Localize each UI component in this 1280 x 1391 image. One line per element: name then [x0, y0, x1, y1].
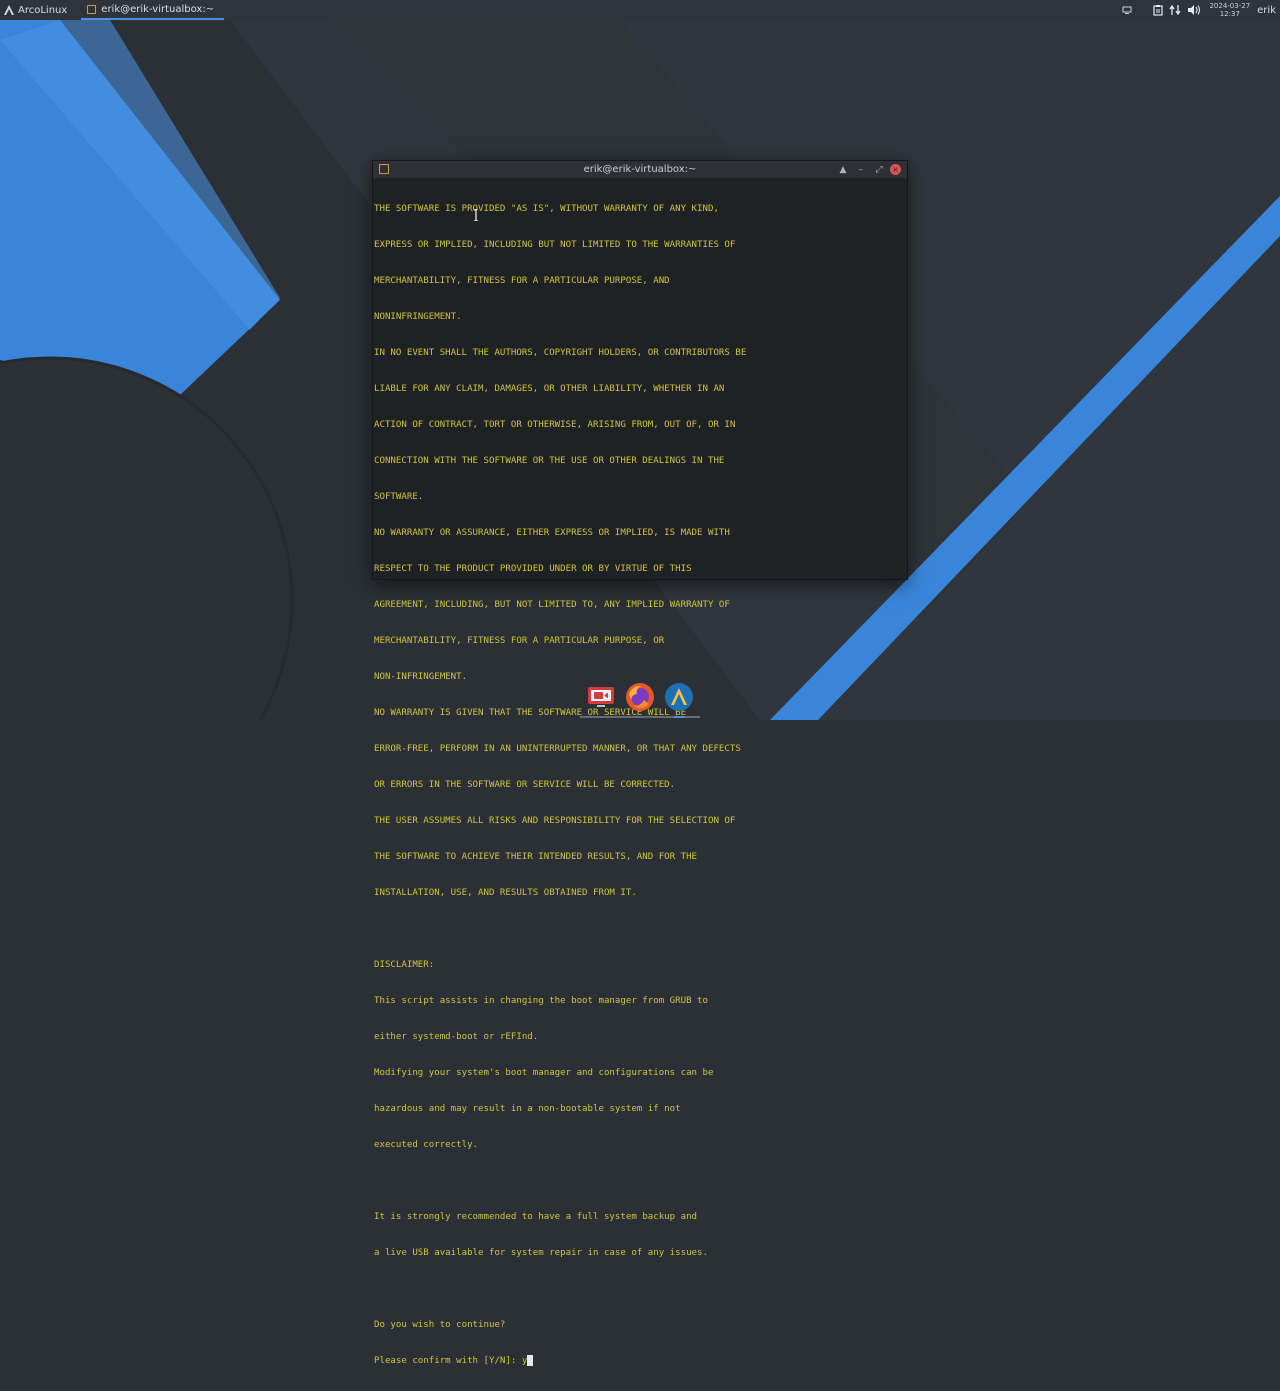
top-panel: ArcoLinux erik@erik-virtualbox:~ 2024-03… [0, 0, 1280, 20]
terminal-line: Modifying your system's boot manager and… [374, 1068, 714, 1078]
terminal-window[interactable]: erik@erik-virtualbox:~ ▲ – ⤢ × THE SOFTW… [372, 160, 908, 1366]
terminal-line: hazardous and may result in a non-bootab… [374, 1104, 681, 1114]
maximize-button[interactable]: ⤢ [872, 163, 886, 176]
terminal-line: It is strongly recommended to have a ful… [374, 1212, 698, 1222]
panel-clock[interactable]: 2024-03-27 12:37 [1209, 2, 1250, 18]
terminal-line: CONNECTION WITH THE SOFTWARE OR THE USE … [374, 456, 725, 466]
text-cursor [527, 1355, 534, 1366]
dock [582, 679, 698, 715]
system-tray: 2024-03-27 12:37 erik [1119, 0, 1280, 20]
dock-active-indicator [674, 716, 684, 718]
terminal-line: EXPRESS OR IMPLIED, INCLUDING BUT NOT LI… [374, 240, 736, 250]
screen-recorder-icon [588, 687, 615, 707]
window-controls: ▲ – ⤢ × [832, 163, 901, 176]
terminal-line: INSTALLATION, USE, AND RESULTS OBTAINED … [374, 888, 637, 898]
terminal-line: THE SOFTWARE IS PROVIDED "AS IS", WITHOU… [374, 204, 719, 214]
terminal-prompt: Please confirm with [Y/N]: [374, 1356, 522, 1366]
terminal-line: executed correctly. [374, 1140, 479, 1150]
terminal-line: AGREEMENT, INCLUDING, BUT NOT LIMITED TO… [374, 600, 730, 610]
dock-item-screen-recorder[interactable] [586, 682, 616, 712]
terminal-icon [379, 164, 389, 174]
terminal-line: NO WARRANTY OR ASSURANCE, EITHER EXPRESS… [374, 528, 730, 538]
screen-icon[interactable] [1122, 5, 1132, 15]
minimize-button[interactable]: – [854, 163, 868, 176]
terminal-line: either systemd-boot or rEFInd. [374, 1032, 539, 1042]
terminal-line: MERCHANTABILITY, FITNESS FOR A PARTICULA… [374, 276, 670, 286]
network-icon[interactable] [1169, 4, 1182, 16]
taskbar-item-label: erik@erik-virtualbox:~ [101, 3, 215, 15]
terminal-line: IN NO EVENT SHALL THE AUTHORS, COPYRIGHT… [374, 348, 747, 358]
terminal-output[interactable]: THE SOFTWARE IS PROVIDED "AS IS", WITHOU… [373, 178, 907, 1391]
clock-date: 2024-03-27 [1209, 2, 1251, 10]
terminal-line: ERROR-FREE, PERFORM IN AN UNINTERRUPTED … [374, 744, 741, 754]
clipboard-icon[interactable] [1153, 4, 1164, 16]
app-menu-button[interactable]: ArcoLinux [0, 0, 75, 20]
firefox-icon [625, 683, 654, 711]
terminal-line: THE SOFTWARE TO ACHIEVE THEIR INTENDED R… [374, 852, 698, 862]
terminal-line: ACTION OF CONTRACT, TORT OR OTHERWISE, A… [374, 420, 736, 430]
terminal-line: NONINFRINGEMENT. [374, 312, 462, 322]
dock-item-arcolinux-welcome[interactable] [664, 682, 694, 712]
user-menu[interactable]: erik [1257, 5, 1276, 16]
terminal-line: Do you wish to continue? [374, 1320, 506, 1330]
mouse-ibeam-cursor-icon [474, 209, 478, 221]
terminal-icon [87, 4, 97, 14]
terminal-line: SOFTWARE. [374, 492, 424, 502]
terminal-line: a live USB available for system repair i… [374, 1248, 708, 1258]
terminal-line: LIABLE FOR ANY CLAIM, DAMAGES, OR OTHER … [374, 384, 725, 394]
terminal-line: OR ERRORS IN THE SOFTWARE OR SERVICE WIL… [374, 780, 676, 790]
terminal-line: RESPECT TO THE PRODUCT PROVIDED UNDER OR… [374, 564, 692, 574]
taskbar-item-terminal[interactable]: erik@erik-virtualbox:~ [81, 0, 225, 20]
terminal-line: THE USER ASSUMES ALL RISKS AND RESPONSIB… [374, 816, 736, 826]
terminal-titlebar[interactable]: erik@erik-virtualbox:~ ▲ – ⤢ × [373, 161, 907, 178]
arcolinux-logo-icon [4, 5, 14, 15]
terminal-title: erik@erik-virtualbox:~ [583, 164, 697, 175]
terminal-line: MERCHANTABILITY, FITNESS FOR A PARTICULA… [374, 636, 665, 646]
keep-above-button[interactable]: ▲ [836, 163, 850, 176]
terminal-line: DISCLAIMER: [374, 960, 435, 970]
app-menu-label: ArcoLinux [18, 4, 68, 16]
terminal-prompt-line[interactable]: Please confirm with [Y/N]: y [374, 1355, 907, 1367]
terminal-line: This script assists in changing the boot… [374, 996, 708, 1006]
volume-icon[interactable] [1187, 4, 1201, 16]
close-button[interactable]: × [890, 164, 901, 175]
arcolinux-welcome-icon [664, 683, 693, 711]
clock-time: 12:37 [1219, 10, 1240, 18]
dock-item-firefox[interactable] [625, 682, 655, 712]
